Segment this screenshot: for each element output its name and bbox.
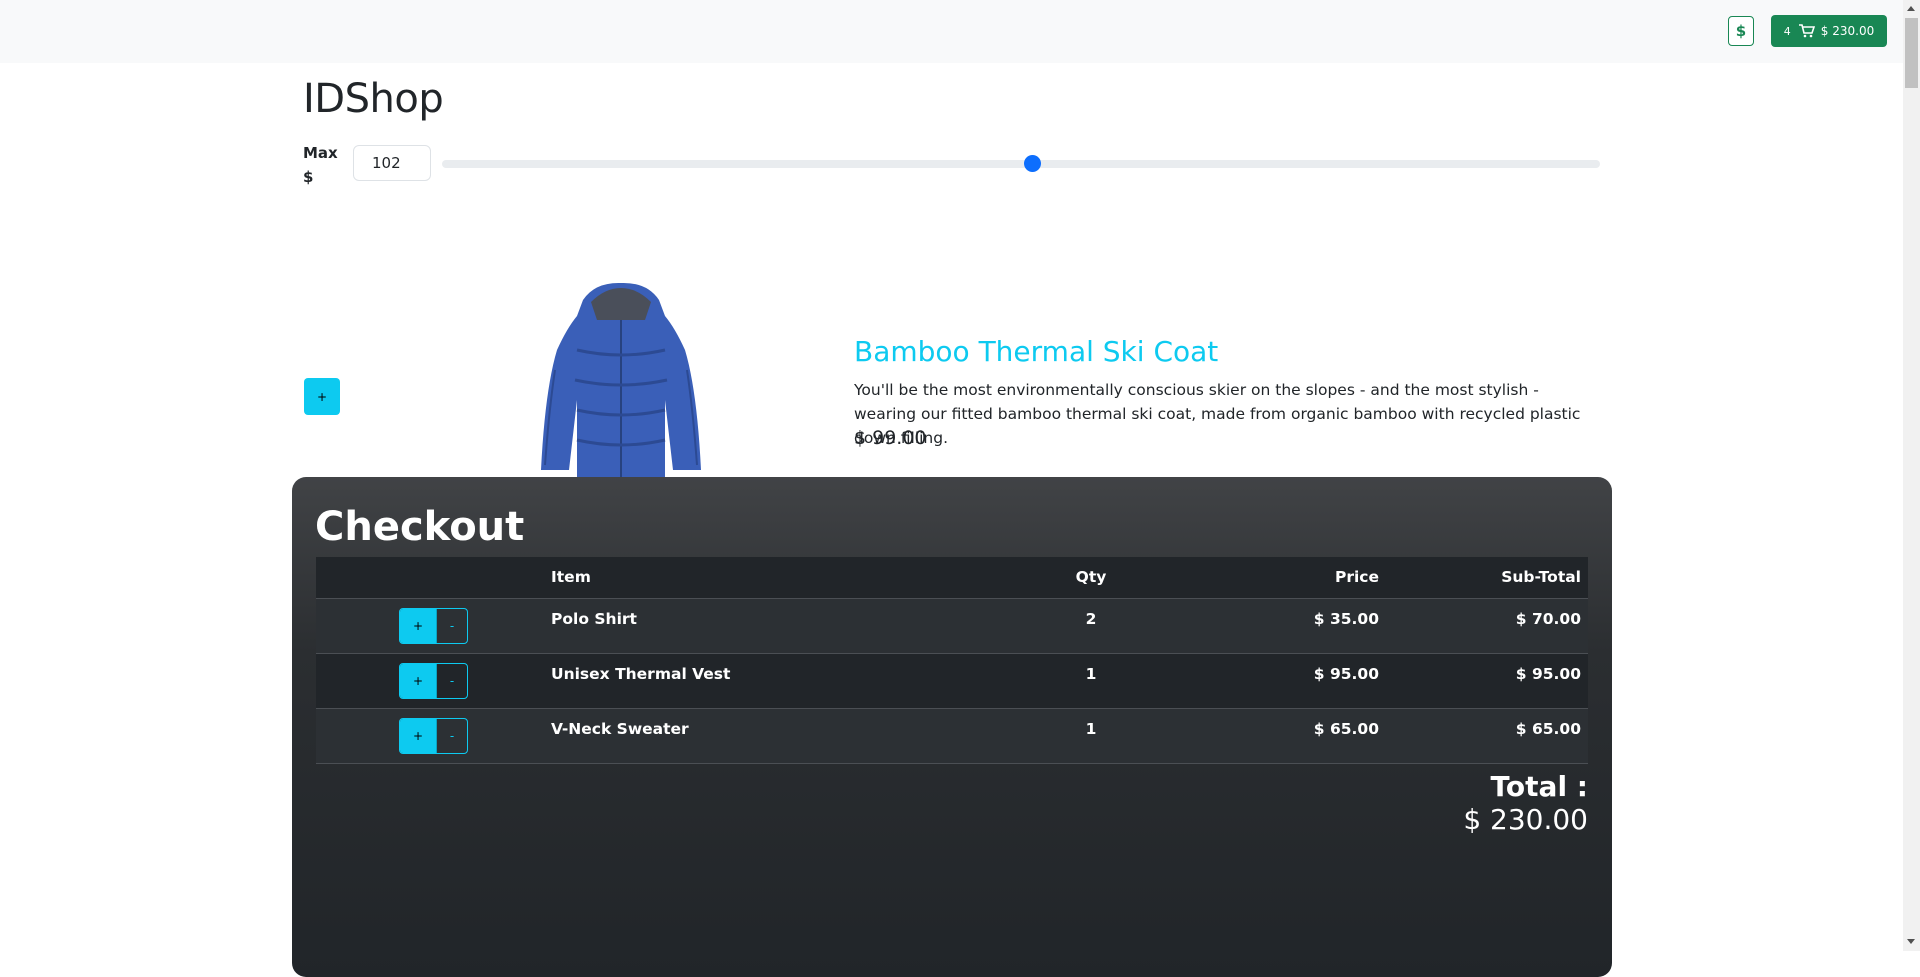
table-row: + - Unisex Thermal Vest 1 $ 95.00 $ 95.0… (316, 654, 1588, 709)
decrease-button[interactable]: - (436, 664, 467, 698)
max-price-label: Max $ (303, 144, 338, 186)
cart-total: $ 230.00 (1820, 24, 1875, 38)
row-qty: 1 (1085, 720, 1097, 738)
quantity-stepper: + - (399, 718, 468, 754)
row-qty: 2 (1085, 610, 1097, 628)
row-price: $ 95.00 (1313, 665, 1379, 683)
ski-coat-image (541, 282, 701, 480)
column-header-price: Price (1334, 568, 1379, 586)
price-slider-thumb[interactable] (1024, 155, 1042, 172)
quantity-stepper: + - (399, 608, 468, 644)
currency-button[interactable]: $ (1728, 16, 1754, 46)
row-subtotal: $ 65.00 (1515, 720, 1581, 738)
row-subtotal: $ 70.00 (1515, 610, 1581, 628)
scroll-thumb[interactable] (1905, 18, 1918, 88)
checkout-title: Checkout (315, 504, 525, 550)
product-price: $ 99.00 (854, 427, 927, 449)
cart-count: 4 (1783, 24, 1791, 38)
row-item: Unisex Thermal Vest (551, 665, 731, 683)
table-row: + - V-Neck Sweater 1 $ 65.00 $ 65.00 (316, 709, 1588, 764)
total-label: Total : (1490, 770, 1588, 803)
row-item: V-Neck Sweater (551, 720, 689, 738)
column-header-subtotal: Sub-Total (1501, 568, 1581, 586)
checkout-table: Item Qty Price Sub-Total + - Polo Shirt … (316, 557, 1588, 764)
total-value: $ 230.00 (1463, 803, 1588, 836)
quantity-stepper: + - (399, 663, 468, 699)
column-header-qty: Qty (1075, 568, 1107, 586)
row-price: $ 35.00 (1313, 610, 1379, 628)
increase-button[interactable]: + (400, 719, 436, 753)
cart-icon (1798, 24, 1815, 38)
top-navbar: $ 4 $ 230.00 (0, 0, 1903, 63)
row-qty: 1 (1085, 665, 1097, 683)
row-item: Polo Shirt (551, 610, 637, 628)
product-name[interactable]: Bamboo Thermal Ski Coat (854, 335, 1218, 368)
price-slider-track[interactable] (442, 160, 1600, 168)
cart-button[interactable]: 4 $ 230.00 (1771, 15, 1887, 47)
product-description: You'll be the most environmentally consc… (854, 381, 1581, 447)
checkout-panel: Checkout Item Qty Price Sub-Total + - Po… (292, 477, 1612, 977)
scroll-down-icon[interactable] (1907, 939, 1915, 944)
shop-title: IDShop (303, 76, 444, 122)
row-subtotal: $ 95.00 (1515, 665, 1581, 683)
max-price-input[interactable]: 102 (353, 145, 431, 181)
table-header: Item Qty Price Sub-Total (316, 557, 1588, 599)
table-row: + - Polo Shirt 2 $ 35.00 $ 70.00 (316, 599, 1588, 654)
decrease-button[interactable]: - (436, 719, 467, 753)
column-header-item: Item (551, 568, 591, 586)
row-price: $ 65.00 (1313, 720, 1379, 738)
page-scrollbar[interactable] (1903, 0, 1920, 951)
add-to-cart-button[interactable]: + (304, 378, 340, 415)
increase-button[interactable]: + (400, 609, 436, 643)
increase-button[interactable]: + (400, 664, 436, 698)
decrease-button[interactable]: - (436, 609, 467, 643)
scroll-up-icon[interactable] (1907, 6, 1915, 11)
